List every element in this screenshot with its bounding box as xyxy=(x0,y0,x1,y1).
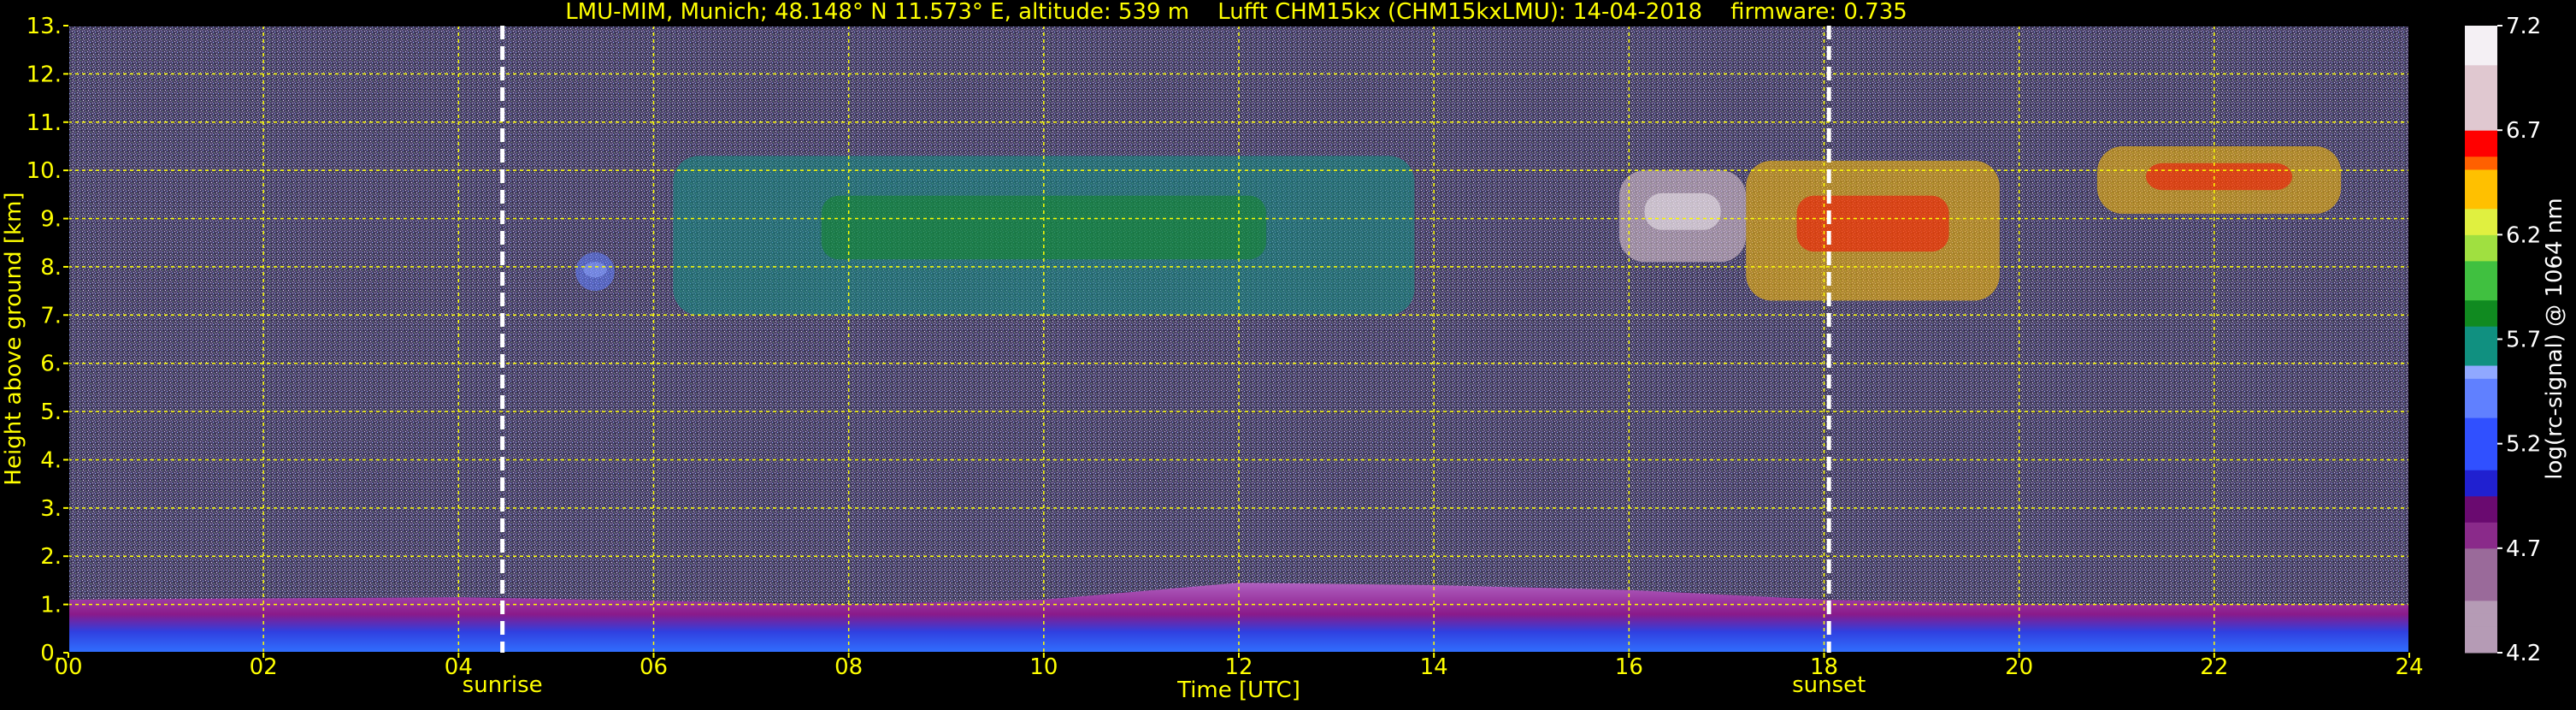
colorbar-segment xyxy=(2465,182,2497,197)
colorbar-segment xyxy=(2465,430,2497,445)
colorbar-segment xyxy=(2465,639,2497,654)
y-tick-label: 12. xyxy=(27,62,62,87)
y-tick-label: 7. xyxy=(40,303,62,328)
colorbar-tick-label: 6.7 xyxy=(2506,118,2541,144)
y-tick-label: 9. xyxy=(40,207,62,233)
y-tick-label: 3. xyxy=(40,496,62,522)
colorbar-segment xyxy=(2465,195,2497,210)
colorbar-tick-label: 5.7 xyxy=(2506,328,2541,353)
x-tick-label: 10 xyxy=(1029,654,1058,680)
colorbar-segment xyxy=(2465,495,2497,510)
y-tick-label: 10. xyxy=(27,158,62,184)
x-tick-label: 08 xyxy=(834,654,863,680)
y-axis-label: Height above ground [km] xyxy=(1,192,27,485)
colorbar: 4.2 4.7 5.2 5.7 6.2 6.7 7.2 xyxy=(2465,14,2541,666)
colorbar-segment xyxy=(2465,78,2497,92)
y-tick-label: 13. xyxy=(27,14,62,39)
colorbar-segment xyxy=(2465,522,2497,536)
cloud-core xyxy=(2145,163,2293,191)
x-axis: 00 02 04 06 08 10 12 14 16 18 20 22 24 xyxy=(54,653,2424,680)
plot-area xyxy=(68,25,2410,654)
x-tick-label: 02 xyxy=(250,654,278,680)
colorbar-label: log(rc-signal) @ 1064 nm xyxy=(2542,198,2567,479)
colorbar-segment xyxy=(2465,365,2497,379)
colorbar-segment xyxy=(2465,299,2497,314)
sunset-label: sunset xyxy=(1792,672,1866,698)
colorbar-segment xyxy=(2465,404,2497,418)
colorbar-tick-label: 4.7 xyxy=(2506,536,2541,562)
colorbar-segment xyxy=(2465,38,2497,53)
colorbar-segment xyxy=(2465,417,2497,431)
y-axis: 0. 1. 2. 3. 4. 5. 6. 7. 8. 9. 10. 11. 12. 13. xyxy=(27,14,68,666)
colorbar-tick-label: 4.2 xyxy=(2506,641,2541,666)
x-tick-label: 14 xyxy=(1420,654,1448,680)
x-tick-label: 06 xyxy=(640,654,668,680)
colorbar-segment xyxy=(2465,287,2497,301)
y-tick-label: 2. xyxy=(40,544,62,570)
x-tick-label: 22 xyxy=(2200,654,2228,680)
colorbar-segment xyxy=(2465,51,2497,66)
colorbar-segment xyxy=(2465,169,2497,183)
ceilometer-chart: LMU-MIM, Munich; 48.148° N 11.573° E, al… xyxy=(0,0,2576,707)
colorbar-segment xyxy=(2465,587,2497,601)
colorbar-tick-label: 7.2 xyxy=(2506,14,2541,39)
y-tick-label: 1. xyxy=(40,593,62,618)
colorbar-tick-label: 6.2 xyxy=(2506,222,2541,248)
x-tick-label: 20 xyxy=(2005,654,2033,680)
colorbar-segment xyxy=(2465,574,2497,589)
colorbar-segment xyxy=(2465,104,2497,118)
colorbar-segment xyxy=(2465,130,2497,144)
colorbar-segment xyxy=(2465,234,2497,249)
colorbar-segment xyxy=(2465,116,2497,131)
y-tick-label: 0. xyxy=(40,641,62,666)
colorbar-segment xyxy=(2465,143,2497,157)
colorbar-segment xyxy=(2465,535,2497,549)
colorbar-segment xyxy=(2465,547,2497,562)
y-tick-label: 5. xyxy=(40,399,62,425)
colorbar-segment xyxy=(2465,613,2497,627)
cloud-core xyxy=(1644,192,1721,230)
colorbar-segment xyxy=(2465,64,2497,79)
plot-background xyxy=(68,26,2409,653)
colorbar-segment xyxy=(2465,312,2497,327)
x-tick-label: 24 xyxy=(2395,654,2423,680)
colorbar-segment xyxy=(2465,326,2497,340)
colorbar-segment xyxy=(2465,222,2497,235)
y-tick-label: 11. xyxy=(27,110,62,136)
colorbar-segment xyxy=(2465,443,2497,458)
colorbar-segment xyxy=(2465,391,2497,405)
colorbar-segment xyxy=(2465,339,2497,353)
cloud-core xyxy=(583,262,607,278)
colorbar-segment xyxy=(2465,482,2497,497)
y-tick-label: 4. xyxy=(40,447,62,473)
sunrise-label: sunrise xyxy=(463,672,543,698)
colorbar-segment xyxy=(2465,561,2497,575)
colorbar-segment xyxy=(2465,260,2497,275)
cloud-core xyxy=(1796,195,1949,252)
colorbar-segment xyxy=(2465,626,2497,641)
colorbar-segment xyxy=(2465,208,2497,222)
colorbar-segment xyxy=(2465,456,2497,470)
y-tick-label: 6. xyxy=(40,352,62,377)
colorbar-segment xyxy=(2465,274,2497,287)
colorbar-segment xyxy=(2465,156,2497,170)
colorbar-segment xyxy=(2465,600,2497,614)
x-tick-label: 16 xyxy=(1615,654,1643,680)
colorbar-segment xyxy=(2465,509,2497,523)
colorbar-segment xyxy=(2465,352,2497,366)
colorbar-segment xyxy=(2465,470,2497,483)
colorbar-segment xyxy=(2465,378,2497,393)
colorbar-tick-label: 5.2 xyxy=(2506,432,2541,458)
y-tick-label: 8. xyxy=(40,255,62,281)
chart-svg: LMU-MIM, Munich; 48.148° N 11.573° E, al… xyxy=(1,0,2567,703)
colorbar-segment xyxy=(2465,91,2497,105)
colorbar-segment xyxy=(2465,26,2497,39)
x-axis-label: Time [UTC] xyxy=(1176,677,1300,703)
chart-title: LMU-MIM, Munich; 48.148° N 11.573° E, al… xyxy=(565,0,1907,25)
x-tick-label: 12 xyxy=(1224,654,1253,680)
colorbar-segment xyxy=(2465,247,2497,262)
